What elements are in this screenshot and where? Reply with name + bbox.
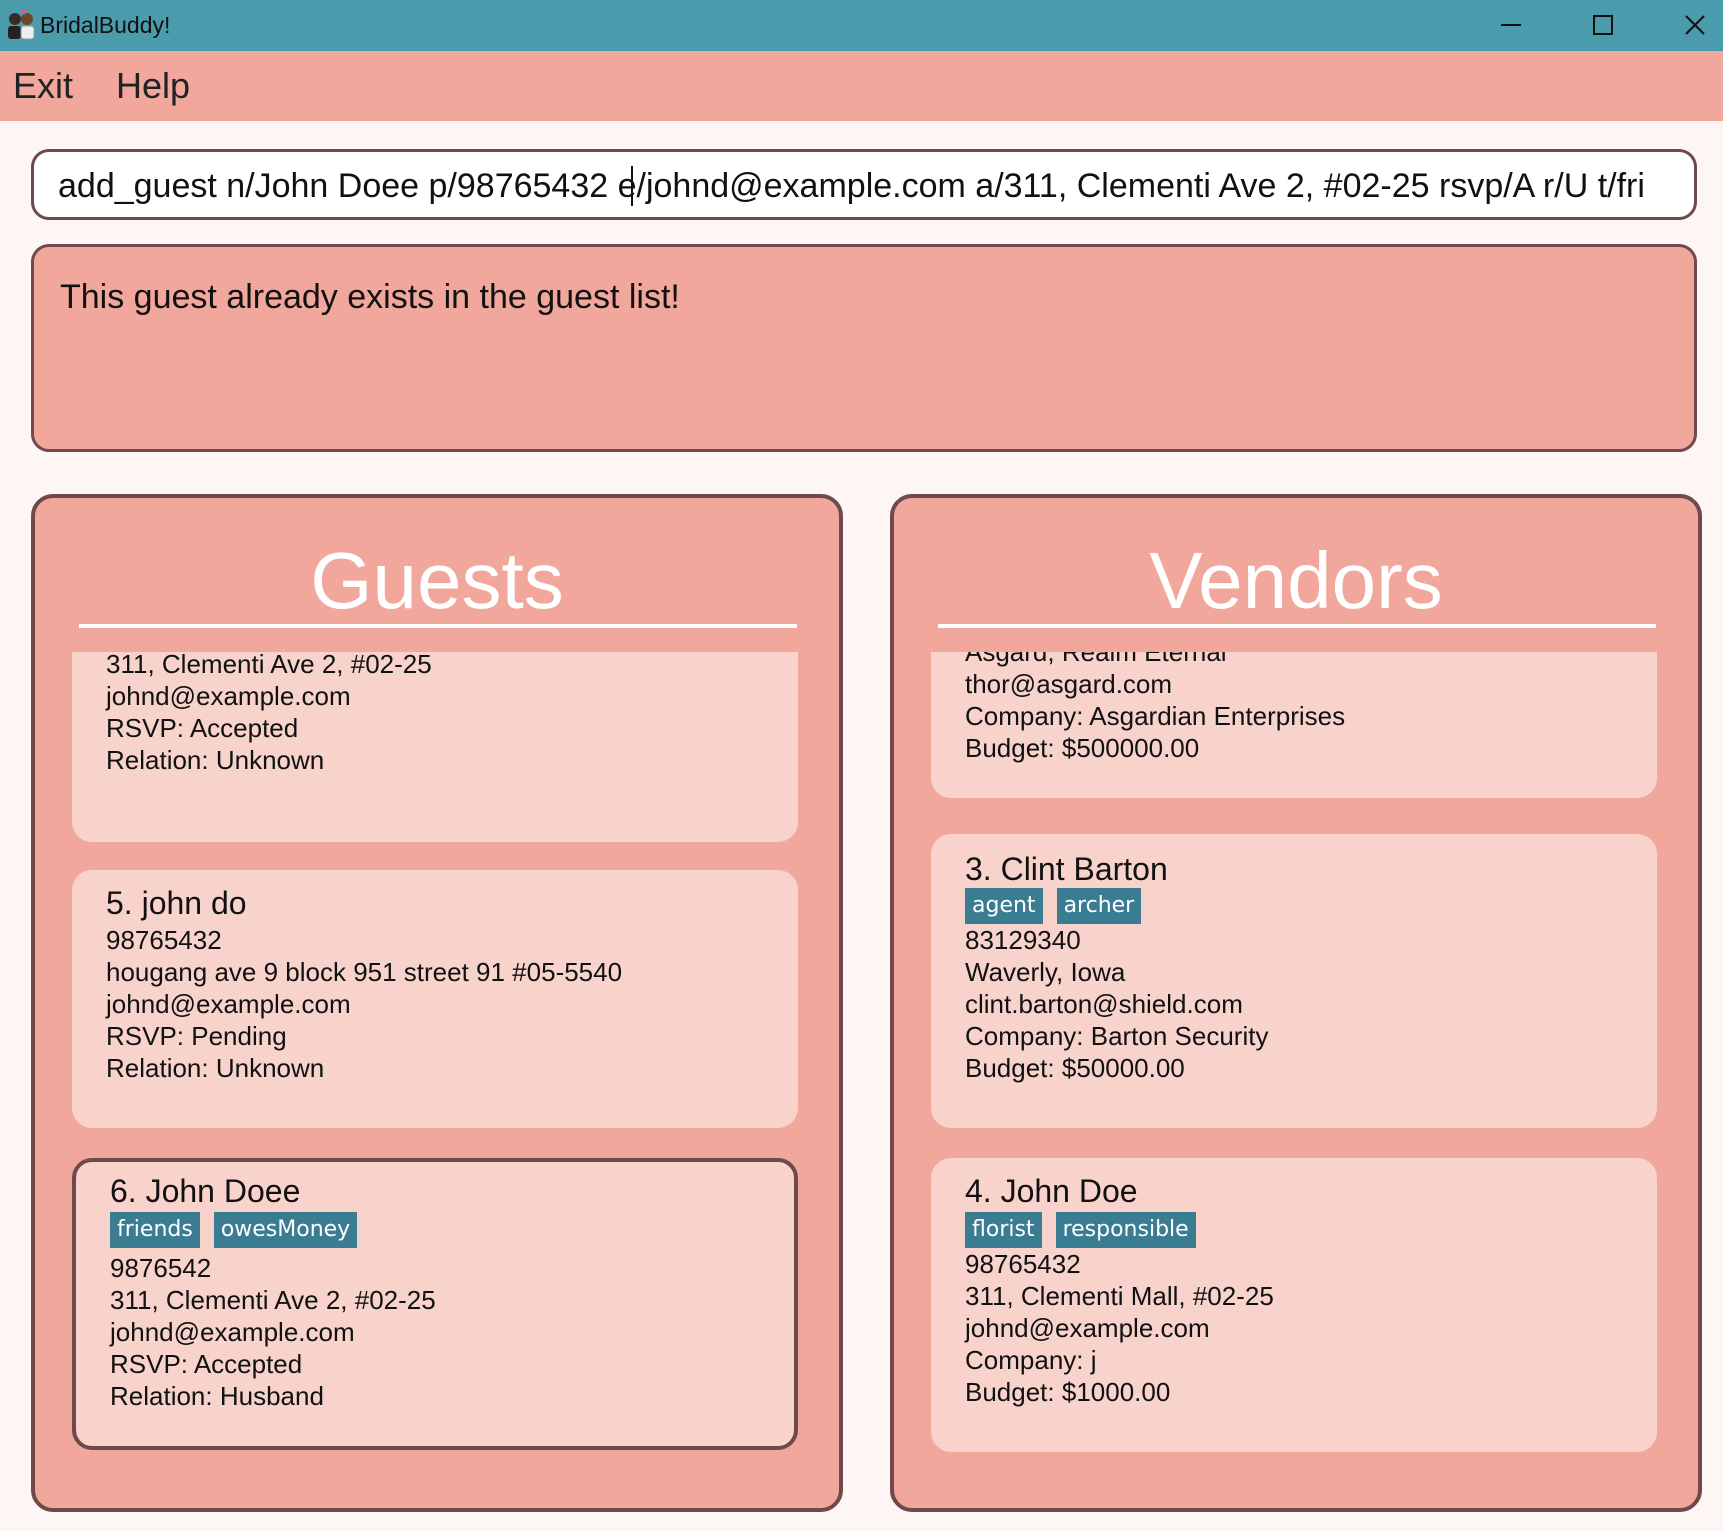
guest-address: 311, Clementi Ave 2, #02-25 [110,1285,436,1315]
vendor-phone: 83129340 [965,925,1081,955]
title-bar: BridalBuddy! [0,0,1723,51]
guest-relation: Relation: Husband [110,1381,324,1411]
close-icon [1685,15,1705,35]
tag: agent [965,888,1043,924]
guest-card[interactable]: 98765432 311, Clementi Ave 2, #02-25 joh… [72,652,798,842]
tag: archer [1056,888,1142,924]
vendor-company: Company: Barton Security [965,1021,1269,1051]
vendor-card[interactable]: 4. John Doe florist responsible 98765432 … [931,1158,1657,1452]
guest-rsvp: RSVP: Accepted [106,713,299,743]
maximize-button[interactable] [1558,0,1650,51]
guest-rsvp: RSVP: Pending [106,1021,287,1051]
vendor-budget: Budget: $1000.00 [965,1377,1171,1407]
guest-name: 5. john do [106,885,247,921]
guests-title: Guests [310,536,564,625]
guests-panel: Guests 98765432 311, Clementi Ave 2, #02… [31,494,843,1512]
guest-rsvp: RSVP: Accepted [110,1349,303,1379]
guest-phone: 98765432 [106,925,222,955]
minimize-icon [1501,24,1521,26]
guest-tags: friends owesMoney [110,1212,371,1248]
guests-title-divider [79,624,797,628]
guest-email: johnd@example.com [106,989,351,1019]
guest-list[interactable]: 98765432 311, Clementi Ave 2, #02-25 joh… [35,652,839,1508]
tag: responsible [1055,1212,1196,1248]
text-caret [631,166,633,206]
vendor-list[interactable]: Asgard, Realm Eternal thor@asgard.com Co… [894,652,1698,1508]
tag: florist [965,1212,1042,1248]
command-input[interactable]: add_guest n/John Doee p/98765432 e/johnd… [31,149,1697,220]
guest-address: 311, Clementi Ave 2, #02-25 [106,652,432,679]
vendor-email: johnd@example.com [965,1313,1210,1343]
vendors-panel: Vendors Asgard, Realm Eternal thor@asgar… [890,494,1702,1512]
guest-card[interactable]: 5. john do 98765432 hougang ave 9 block … [72,870,798,1128]
guest-email: johnd@example.com [110,1317,355,1347]
vendor-address: Waverly, Iowa [965,957,1126,987]
result-display: This guest already exists in the guest l… [31,244,1697,452]
guest-phone: 9876542 [110,1253,212,1283]
vendor-card[interactable]: Asgard, Realm Eternal thor@asgard.com Co… [931,652,1657,798]
vendor-card[interactable]: 3. Clint Barton agent archer 83129340 Wav… [931,834,1657,1128]
vendor-phone: 98765432 [965,1249,1081,1279]
guest-relation: Relation: Unknown [106,745,325,775]
tag: owesMoney [213,1212,358,1248]
vendor-name: 3. Clint Barton [965,851,1168,887]
guest-relation: Relation: Unknown [106,1053,325,1083]
maximize-icon [1593,15,1613,35]
vendor-tags: agent archer [965,888,1155,924]
vendor-address: Asgard, Realm Eternal [965,652,1227,667]
vendor-company: Company: Asgardian Enterprises [965,701,1346,731]
result-message: This guest already exists in the guest l… [60,278,680,316]
couple-icon [5,9,37,41]
minimize-button[interactable] [1466,0,1558,51]
vendor-company: Company: j [965,1345,1097,1375]
vendor-tags: florist responsible [965,1212,1210,1248]
window-title: BridalBuddy! [40,12,171,38]
menu-help[interactable]: Help [116,64,190,108]
guest-card-selected[interactable]: 6. John Doee friends owesMoney 9876542 31… [72,1158,798,1450]
tag: friends [110,1212,200,1248]
vendors-title: Vendors [1149,536,1443,625]
command-text: add_guest n/John Doee p/98765432 e/johnd… [58,167,1645,205]
vendor-budget: Budget: $500000.00 [965,733,1200,763]
guest-email: johnd@example.com [106,681,351,711]
menu-bar: Exit Help [0,51,1723,121]
vendor-email: clint.barton@shield.com [965,989,1243,1019]
vendor-budget: Budget: $50000.00 [965,1053,1185,1083]
vendors-title-divider [938,624,1656,628]
menu-exit[interactable]: Exit [13,64,73,108]
guest-name: 6. John Doee [110,1173,301,1209]
vendor-address: 311, Clementi Mall, #02-25 [965,1281,1274,1311]
close-button[interactable] [1650,0,1723,51]
guest-address: hougang ave 9 block 951 street 91 #05-55… [106,957,623,987]
vendor-email: thor@asgard.com [965,669,1173,699]
vendor-name: 4. John Doe [965,1173,1138,1209]
